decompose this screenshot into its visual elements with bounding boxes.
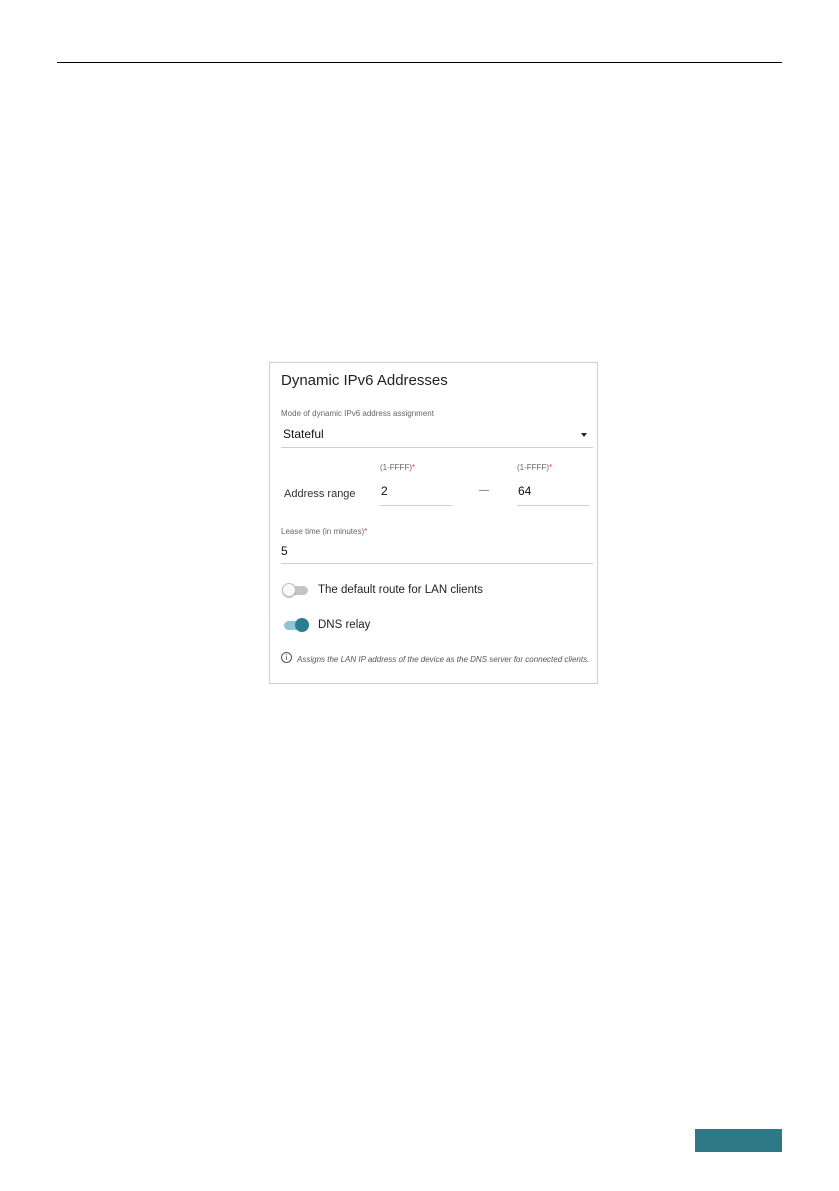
lease-time-underline bbox=[281, 563, 593, 564]
panel-title: Dynamic IPv6 Addresses bbox=[281, 372, 448, 389]
range-end-input[interactable]: 64 bbox=[517, 479, 589, 505]
range-end-hint: (1-FFFF)* bbox=[517, 463, 553, 472]
mode-value: Stateful bbox=[283, 427, 324, 441]
lease-time-value: 5 bbox=[281, 544, 288, 558]
range-end-underline bbox=[517, 505, 589, 506]
lease-time-label: Lease time (in minutes)* bbox=[281, 527, 368, 536]
range-start-underline bbox=[380, 505, 452, 506]
mode-label: Mode of dynamic IPv6 address assignment bbox=[281, 409, 434, 418]
toggle-knob bbox=[282, 583, 296, 597]
range-end-value: 64 bbox=[518, 484, 532, 498]
mode-underline bbox=[281, 447, 593, 448]
default-route-label: The default route for LAN clients bbox=[318, 584, 483, 596]
dynamic-ipv6-panel: Dynamic IPv6 Addresses Mode of dynamic I… bbox=[269, 362, 598, 684]
range-start-value: 2 bbox=[381, 484, 388, 498]
mode-select[interactable]: Stateful bbox=[281, 423, 593, 447]
page-footer-bar bbox=[695, 1129, 782, 1152]
caret-down-icon bbox=[581, 433, 587, 437]
header-rule bbox=[57, 62, 782, 63]
address-range-label: Address range bbox=[284, 488, 356, 500]
range-start-input[interactable]: 2 bbox=[380, 479, 452, 505]
range-separator: — bbox=[479, 485, 489, 496]
range-start-hint: (1-FFFF)* bbox=[380, 463, 416, 472]
lease-time-input[interactable]: 5 bbox=[281, 541, 593, 563]
dns-relay-info-text: Assigns the LAN IP address of the device… bbox=[297, 655, 590, 664]
toggle-knob bbox=[295, 618, 309, 632]
dns-relay-label: DNS relay bbox=[318, 619, 371, 631]
default-route-toggle[interactable] bbox=[281, 583, 311, 599]
dns-relay-toggle[interactable] bbox=[281, 618, 311, 634]
